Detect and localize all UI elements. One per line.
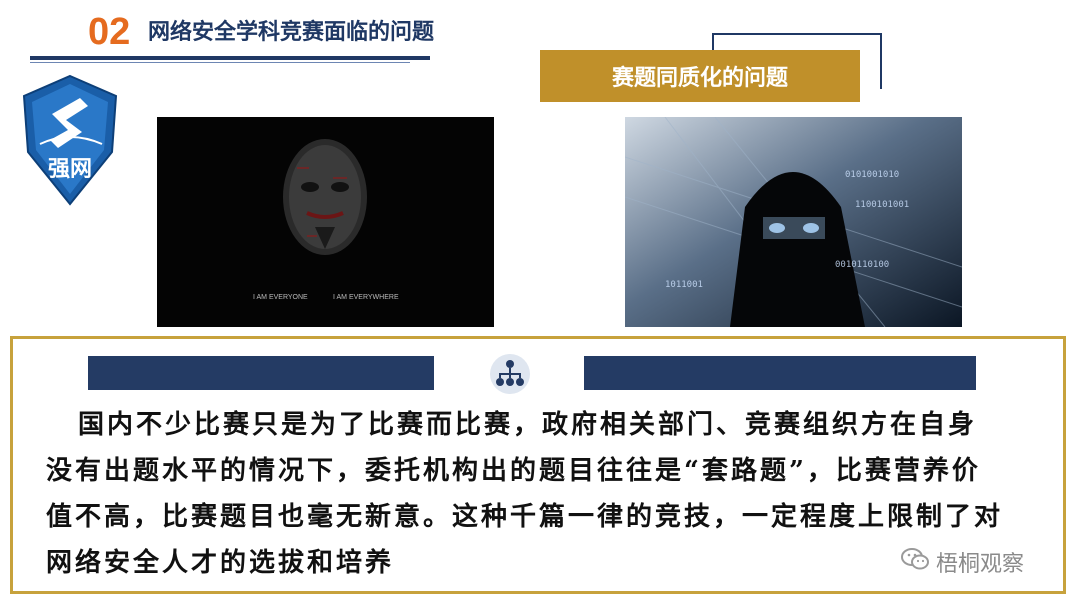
topic-label: 赛题同质化的问题: [540, 50, 860, 102]
svg-text:0101001010: 0101001010: [845, 170, 899, 180]
mask-caption-left: I AM EVERYONE: [253, 294, 308, 301]
svg-text:1100101001: 1100101001: [855, 200, 909, 210]
topic-label-text: 赛题同质化的问题: [611, 66, 788, 91]
label-frame-top: [712, 33, 882, 35]
header-divider-thin: [30, 62, 410, 63]
svg-text:1011001: 1011001: [665, 280, 703, 290]
logo-text: 强网: [48, 157, 92, 182]
section-number: 02: [88, 11, 131, 53]
anonymous-mask-image: I AM EVERYONE I AM EVERYWHERE: [157, 117, 494, 327]
wechat-icon: [900, 546, 930, 578]
watermark-text: 梧桐观察: [936, 552, 1025, 577]
decor-bar-left: [88, 356, 434, 390]
network-hub-icon: [488, 352, 532, 396]
label-frame-left: [712, 33, 714, 51]
decor-bar-right: [584, 356, 976, 390]
qiangwang-logo: 强网: [22, 74, 118, 206]
body-paragraph: 国内不少比赛只是为了比赛而比赛，政府相关部门、竞赛组织方在自身 没有出题水平的情…: [46, 402, 1046, 586]
body-line-1: 国内不少比赛只是为了比赛而比赛，政府相关部门、竞赛组织方在自身: [78, 410, 978, 440]
header-divider: [30, 56, 430, 60]
label-frame-right: [880, 33, 882, 89]
watermark: 梧桐观察: [900, 545, 1024, 579]
mask-caption-right: I AM EVERYWHERE: [333, 294, 399, 301]
body-line-2: 没有出题水平的情况下，委托机构出的题目往往是“套路题”，比赛营养价: [46, 456, 981, 486]
body-line-4: 网络安全人才的选拔和培养: [46, 548, 395, 578]
section-title: 网络安全学科竞赛面临的问题: [148, 20, 435, 45]
body-line-3: 值不高，比赛题目也毫无新意。这种千篇一律的竞技，一定程度上限制了对: [46, 502, 1004, 532]
svg-text:0010110100: 0010110100: [835, 260, 889, 270]
hacker-image: 0101001010 1100101001 0010110100 1011001: [625, 117, 962, 327]
